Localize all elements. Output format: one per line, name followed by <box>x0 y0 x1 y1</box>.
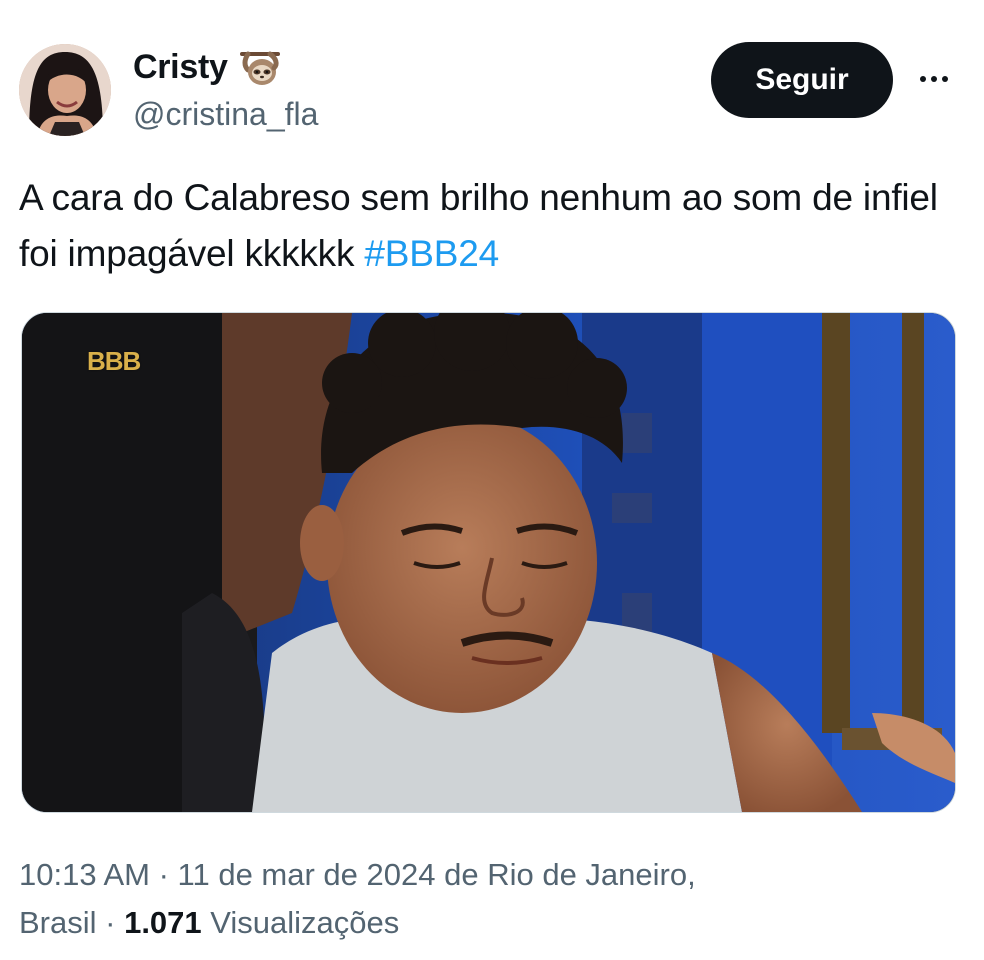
views-label[interactable]: Visualizações <box>202 905 399 940</box>
tweet-time[interactable]: 10:13 AM <box>19 857 150 892</box>
tweet-location-cont: Brasil <box>19 905 97 940</box>
hashtag-link[interactable]: #BBB24 <box>364 233 499 274</box>
tweet-card: Cristy @cristina_fla Seguir A cara do Ca… <box>0 0 984 960</box>
tweet-media-image[interactable]: BBB <box>21 312 956 813</box>
tweet-date[interactable]: 11 de mar de 2024 <box>178 857 436 892</box>
tweet-text: A cara do Calabreso sem brilho nenhum ao… <box>19 170 969 282</box>
more-horizontal-icon[interactable] <box>914 62 954 96</box>
tweet-location: de Rio de Janeiro, <box>435 857 696 892</box>
tweet-meta-views: Brasil · 1.071 Visualizações <box>19 903 399 943</box>
tweet-meta-line: 10:13 AM · 11 de mar de 2024 de Rio de J… <box>19 855 696 895</box>
bbb-watermark-logo: BBB <box>87 346 141 376</box>
sloth-icon <box>236 46 282 88</box>
views-count[interactable]: 1.071 <box>124 905 202 940</box>
author-display-name[interactable]: Cristy <box>133 46 228 88</box>
meta-separator: · <box>149 857 178 892</box>
meta-separator-2: · <box>96 905 125 940</box>
follow-button[interactable]: Seguir <box>711 42 893 118</box>
author-name-row[interactable]: Cristy <box>133 46 282 88</box>
author-handle[interactable]: @cristina_fla <box>133 94 318 134</box>
avatar[interactable] <box>19 44 111 136</box>
